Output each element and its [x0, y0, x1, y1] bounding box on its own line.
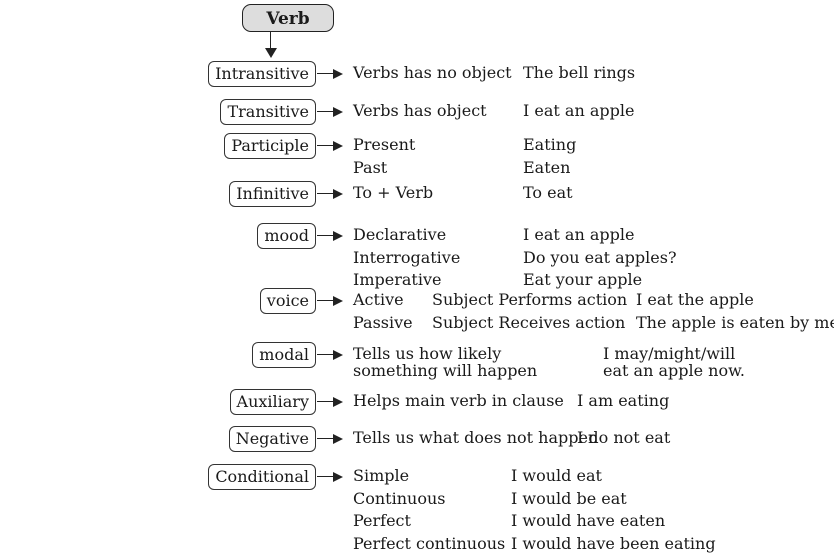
example-text: I do not eat [577, 428, 671, 447]
arrow-tip [333, 69, 343, 79]
example-text: To eat [523, 183, 573, 202]
example-text: Eaten [523, 157, 571, 177]
right-arrow-icon [317, 231, 343, 241]
arrow-tip [333, 189, 343, 199]
description-text: Perfect [353, 511, 411, 530]
right-arrow-icon [317, 296, 343, 306]
node-conditional: Conditional [208, 464, 316, 490]
example-text: Do you eat apples? [523, 247, 677, 267]
description-text: Verbs has object [353, 101, 487, 120]
example-text: I would have eaten [511, 511, 666, 530]
arrow-tip [333, 350, 343, 360]
description-text: Past [353, 157, 388, 177]
example-text: I would eat [511, 466, 602, 485]
example-text: I am eating [577, 391, 670, 410]
example-text: Eating [523, 135, 577, 154]
node-modal: modal [252, 342, 316, 368]
detail-text: Subject Receives action [432, 312, 626, 332]
right-arrow-icon [317, 69, 343, 79]
description-text: Interrogative [353, 247, 461, 267]
description-text: Perfect continuous [353, 533, 506, 553]
node-infinitive: Infinitive [229, 181, 316, 207]
description-text: Declarative [353, 225, 447, 244]
example-text: I would have been eating [511, 533, 716, 553]
node-auxiliary: Auxiliary [229, 389, 316, 415]
example-text: eat an apple now. [603, 361, 745, 380]
node-mood: mood [257, 223, 316, 249]
down-arrow-icon [265, 48, 277, 58]
node-negative: Negative [228, 426, 316, 452]
right-arrow-icon [317, 434, 343, 444]
node-participle: Participle [224, 133, 316, 159]
arrow-tip [333, 397, 343, 407]
root-node-verb: Verb [242, 4, 334, 32]
arrow-tip [333, 107, 343, 117]
detail-text: Subject Performs action [432, 290, 628, 309]
right-arrow-icon [317, 350, 343, 360]
description-text: something will happen [353, 361, 538, 380]
node-intransitive: Intransitive [208, 61, 316, 87]
right-arrow-icon [317, 189, 343, 199]
description-text: Imperative [353, 270, 442, 289]
node-transitive: Transitive [220, 99, 316, 125]
right-arrow-icon [317, 472, 343, 482]
example-text: I eat the apple [636, 290, 754, 309]
arrow-tip [333, 231, 343, 241]
arrow-tip [333, 472, 343, 482]
arrow-tip [333, 296, 343, 306]
example-text: I eat an apple [523, 225, 635, 244]
description-text: Active [353, 290, 404, 309]
description-text: Continuous [353, 488, 446, 508]
description-text: Present [353, 135, 416, 154]
arrow-tip [333, 141, 343, 151]
description-text: To + Verb [353, 183, 434, 202]
right-arrow-icon [317, 107, 343, 117]
description-text: Simple [353, 466, 410, 485]
example-text: The apple is eaten by me. [636, 312, 834, 332]
description-text: Helps main verb in clause [353, 391, 564, 410]
arrow-tip [333, 434, 343, 444]
right-arrow-icon [317, 397, 343, 407]
node-voice: voice [259, 288, 316, 314]
right-arrow-icon [317, 141, 343, 151]
description-text: Tells us what does not happen [353, 428, 599, 447]
example-text: I eat an apple [523, 101, 635, 120]
example-text: The bell rings [523, 63, 636, 82]
description-text: Verbs has no object [353, 63, 512, 82]
description-text: Passive [353, 312, 413, 332]
example-text: Eat your apple [523, 270, 643, 289]
example-text: I would be eat [511, 488, 627, 508]
